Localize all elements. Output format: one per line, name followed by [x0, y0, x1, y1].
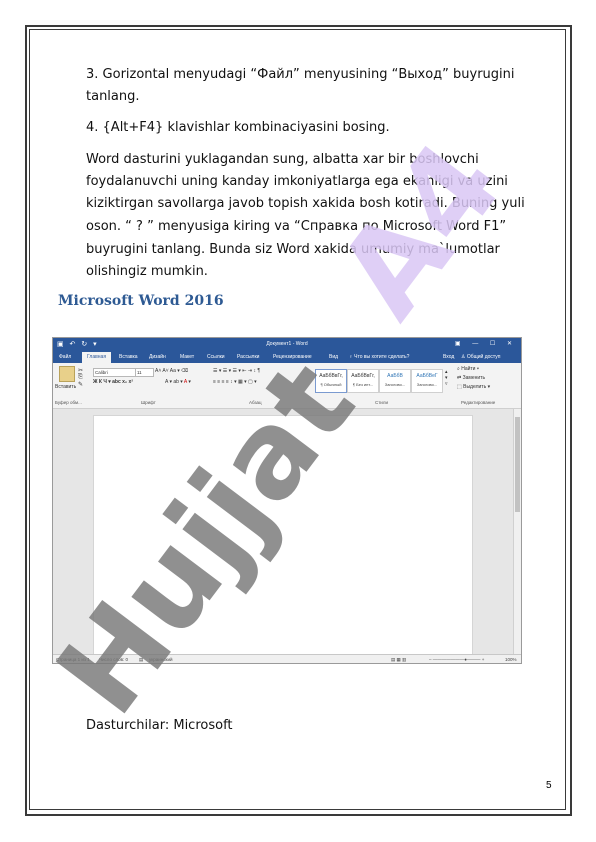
- tell-me-text: Что вы хотите сделать?: [354, 354, 410, 360]
- group-label-editing: Редактирование: [461, 400, 496, 405]
- search-icon: ⌕: [457, 366, 460, 372]
- font-grow-icons: A˄ A˅ Aa ▾ ⌫: [155, 368, 189, 374]
- paragraph-line: oson. “ ? ” menyusiga kiring va “Справка…: [86, 219, 507, 234]
- replace-button: ⇄ Заменить: [457, 375, 486, 381]
- select-button: ⬚ Выделить ▾: [457, 384, 491, 390]
- select-icon: ⬚: [457, 384, 462, 390]
- style-no-spacing: АаБбВвГг, ¶ Без инт...: [347, 369, 379, 393]
- window-controls: ▣ — ☐ ✕: [454, 341, 517, 347]
- group-label-paragraph: Абзац: [249, 400, 262, 405]
- group-label-styles: Стили: [375, 400, 388, 405]
- status-language: украинский: [149, 657, 173, 662]
- paragraph-line: olishingiz mumkin.: [86, 264, 208, 279]
- section-heading: Microsoft Word 2016: [58, 293, 224, 309]
- group-label-clipboard: Буфер обм...: [55, 400, 82, 405]
- paragraph-line: Word dasturini yuklagandan sung, albatta…: [86, 152, 479, 167]
- status-page: Страница 1 из 1: [56, 657, 90, 662]
- find-button: ⌕ Найти ▾: [457, 366, 479, 372]
- proofing-icon: ▤: [139, 657, 144, 662]
- share-label: Общий доступ: [466, 354, 501, 360]
- styles-scroll-icons: ▴ ▾ ▿: [445, 369, 448, 387]
- status-words: Число слов: 0: [99, 657, 129, 662]
- view-mode-icons: ▤ ▦ ▥: [391, 657, 407, 662]
- person-icon: ♙: [461, 354, 466, 360]
- paragraph-line: buyrugini tanlang. Bunda siz Word xakida…: [86, 242, 500, 257]
- word-screenshot: ▣ ↶ ↻ ▾ Документ1 - Word ▣ — ☐ ✕ Файл Гл…: [52, 337, 522, 664]
- tab-review: Рецензирование: [273, 354, 312, 360]
- paragraph-line: kiziktirgan savollarga javob topish xaki…: [86, 196, 525, 211]
- word-window-title: Документ1 - Word: [266, 341, 308, 347]
- tab-insert: Вставка: [119, 354, 138, 360]
- page-number: 5: [546, 780, 552, 791]
- list-item-3: 3. Gorizontal menyudagi “Файл” menyusini…: [86, 67, 515, 104]
- list-icons: ☰ ▾ ☰ ▾ ☰ ▾ ⇤ ⇥ ↕ ¶: [213, 368, 261, 374]
- align-icons: ≡ ≡ ≡ ≡ ↕ ▾ ▦ ▾ ▢ ▾: [213, 379, 257, 385]
- vertical-scrollbar: [513, 409, 521, 655]
- font-format-icons: Ж К Ч ▾ abc x₂ x²: [93, 379, 133, 385]
- tab-home: Главная: [82, 352, 112, 363]
- style-heading-2: АаБбВеГ Заголово...: [411, 369, 443, 393]
- document-canvas: [53, 409, 513, 657]
- tab-layout: Макет: [180, 354, 195, 360]
- replace-icon: ⇄: [457, 375, 462, 381]
- style-normal: АаБбВвГг, ¶ Обычный: [315, 369, 347, 393]
- tab-mailings: Рассылки: [237, 354, 260, 360]
- word-title-bar: ▣ ↶ ↻ ▾ Документ1 - Word ▣ — ☐ ✕: [53, 338, 521, 351]
- ribbon-home: Вставить ✂ ⎘ ✎ Calibri 11 A˄ A˅ Aa ▾ ⌫ Ж К…: [53, 363, 521, 409]
- paste-label: Вставить: [55, 384, 77, 390]
- style-heading-1: АаБбВ Заголово...: [379, 369, 411, 393]
- tab-file: Файл: [59, 354, 72, 360]
- zoom-slider: – ———————●——— +: [429, 657, 485, 662]
- developer-line: Dasturchilar: Microsoft: [86, 718, 233, 733]
- clipboard-icon: [59, 366, 75, 382]
- sign-in-link: Вход: [443, 354, 455, 360]
- lightbulb-icon: ♀: [349, 354, 353, 360]
- list-item-4: 4. {Alt+F4} klavishlar kombinaciyasini b…: [86, 120, 390, 135]
- zoom-level: 100%: [505, 657, 517, 662]
- group-label-font: Шрифт: [141, 400, 156, 405]
- paragraph-line: foydalanuvchi uning kanday imkoniyatlarg…: [86, 174, 508, 189]
- tab-view: Вид: [329, 354, 339, 360]
- status-bar: Страница 1 из 1 Число слов: 0 ▤ украинск…: [53, 654, 521, 663]
- font-name-box: Calibri: [93, 368, 136, 377]
- tell-me-box: ♀ Что вы хотите сделать?: [349, 354, 409, 360]
- ribbon-tabs: Файл Главная Вставка Дизайн Макет Ссылки…: [53, 351, 521, 363]
- tab-design: Дизайн: [149, 354, 166, 360]
- blank-page: [93, 415, 473, 657]
- font-size-box: 11: [135, 368, 154, 377]
- cut-copy-icons: ✂ ⎘ ✎: [78, 368, 84, 388]
- tab-references: Ссылки: [207, 354, 225, 360]
- scroll-thumb: [515, 417, 520, 512]
- share-button: ♙ Общий доступ: [461, 354, 500, 360]
- text-effect-icons: A ▾ ab ▾ A ▾: [165, 379, 191, 385]
